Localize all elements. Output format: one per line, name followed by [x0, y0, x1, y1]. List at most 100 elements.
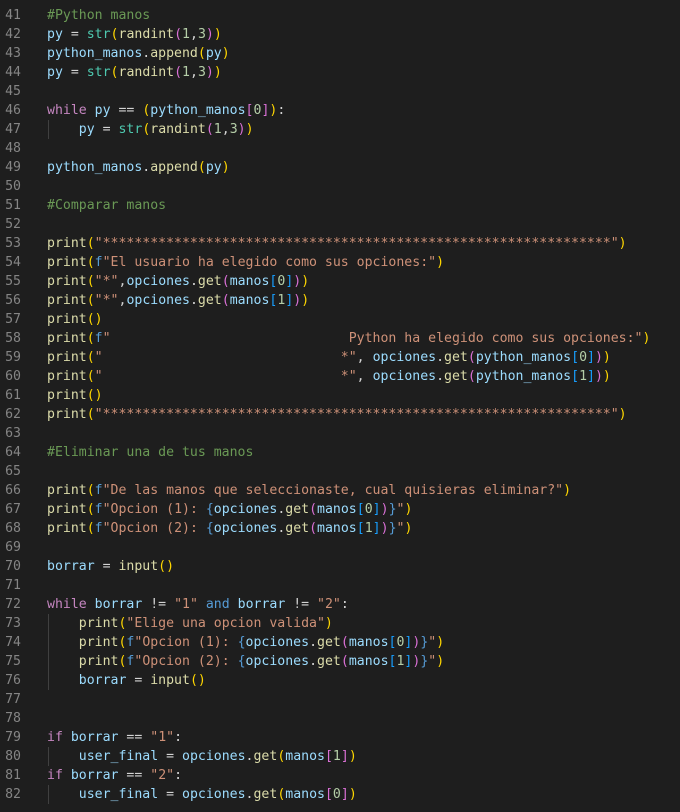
code-line[interactable]: 62 print("*******************************… [0, 405, 680, 424]
code-token: print [78, 654, 119, 669]
code-line[interactable]: 69 [0, 538, 680, 557]
code-line[interactable]: 68 print(f"Opcion (2): {opciones.get(mano… [0, 519, 680, 538]
line-number: 81 [5, 768, 21, 783]
code-token: append [150, 46, 198, 61]
code-token: print [47, 407, 87, 422]
line-number: 69 [5, 540, 21, 555]
code-line[interactable]: 57 print() [0, 310, 680, 329]
code-token: opciones [245, 654, 310, 669]
code-text: print(f"Opcion (2): {opciones.get(manos[… [47, 652, 444, 671]
code-token: ] [587, 350, 595, 365]
code-line[interactable]: 64 #Eliminar una de tus manos [0, 443, 680, 462]
code-token: 0 [579, 350, 588, 365]
code-line[interactable]: 48 [0, 139, 680, 158]
code-line[interactable]: 70 borrar = input() [0, 557, 680, 576]
code-line[interactable]: 66 print(f"De las manos que seleccionaste… [0, 481, 680, 500]
code-line[interactable]: 60 print(" *", opciones.get(python_manos[… [0, 367, 680, 386]
code-token: opciones [182, 787, 246, 802]
code-line[interactable]: 82 user_final = opciones.get(manos[0]) [0, 785, 680, 804]
code-token: [ [571, 350, 580, 365]
code-line[interactable]: 55 print("*",opciones.get(manos[0])) [0, 272, 680, 291]
code-text: while borrar != "1" and borrar != "2": [47, 595, 349, 614]
code-line[interactable]: 49 python_manos.append(py) [0, 158, 680, 177]
code-line[interactable]: 43 python_manos.append(py) [0, 44, 680, 63]
code-token: ( [86, 293, 95, 308]
code-line[interactable]: 45 [0, 82, 680, 101]
code-token: py [78, 122, 95, 137]
code-text: python_manos.append(py) [47, 44, 230, 63]
line-number: 75 [5, 654, 21, 669]
code-line[interactable]: 79 if borrar == "1": [0, 728, 680, 747]
line-number: 67 [5, 502, 21, 517]
code-line[interactable]: 47 py = str(randint(1,3)) [0, 120, 680, 139]
code-line[interactable]: 81 if borrar == "2": [0, 766, 680, 785]
code-token: { [205, 502, 214, 517]
line-number: 76 [5, 673, 21, 688]
code-line[interactable]: 42 py = str(randint(1,3)) [0, 25, 680, 44]
line-number: 50 [5, 179, 21, 194]
code-token: ) [301, 293, 310, 308]
code-line[interactable]: 74 print(f"Opcion (1): {opciones.get(man… [0, 633, 680, 652]
code-token: ( [86, 407, 95, 422]
code-line[interactable]: 44 py = str(randint(1,3)) [0, 63, 680, 82]
code-token: "2" [150, 768, 175, 783]
code-token: get [197, 274, 222, 289]
code-token: , [356, 350, 373, 365]
code-token: opciones [126, 274, 190, 289]
line-number: 77 [5, 692, 21, 707]
code-token: borrar [47, 559, 95, 574]
code-line[interactable]: 63 [0, 424, 680, 443]
code-token: ) [245, 122, 254, 137]
code-line[interactable]: 53 print("*******************************… [0, 234, 680, 253]
code-line[interactable]: 41 #Python manos [0, 6, 680, 25]
code-line[interactable]: 59 print(" *", opciones.get(python_manos[… [0, 348, 680, 367]
code-token: ) [436, 654, 445, 669]
code-token: get [253, 787, 278, 802]
code-line[interactable]: 76 borrar = input() [0, 671, 680, 690]
code-token: ) [348, 787, 357, 802]
code-line[interactable]: 77 [0, 690, 680, 709]
code-token: "Opcion (2): [102, 521, 206, 536]
code-line[interactable]: 72 while borrar != "1" and borrar != "2": [0, 595, 680, 614]
code-line[interactable]: 54 print(f"El usuario ha elegido como sus… [0, 253, 680, 272]
code-token: ) [404, 502, 413, 517]
code-line[interactable]: 80 user_final = opciones.get(manos[1]) [0, 747, 680, 766]
code-token: input [150, 673, 190, 688]
code-token: and [205, 597, 230, 612]
code-text: py = str(randint(1,3)) [47, 25, 222, 44]
code-token: ( [197, 160, 206, 175]
code-token: . [189, 274, 198, 289]
code-token: ) [618, 407, 627, 422]
code-token: borrar [70, 768, 119, 783]
code-line[interactable]: 61 print() [0, 386, 680, 405]
code-token: manos [229, 274, 270, 289]
code-token: "De las manos que seleccionaste, cual qu… [102, 483, 564, 498]
code-text: borrar = input() [47, 557, 174, 576]
code-text: print(f" Python ha elegido como sus opci… [47, 329, 650, 348]
code-token: 3 [197, 27, 206, 42]
code-line[interactable]: 65 [0, 462, 680, 481]
line-number: 57 [5, 312, 21, 327]
code-token: user_final [78, 787, 159, 802]
code-token: get [317, 654, 341, 669]
code-line[interactable]: 50 [0, 177, 680, 196]
code-line[interactable]: 46 while py == (python_manos[0]): [0, 101, 680, 120]
code-token: . [436, 350, 445, 365]
code-token: print [47, 521, 87, 536]
code-line[interactable]: 51 #Comparar manos [0, 196, 680, 215]
code-line[interactable]: 58 print(f" Python ha elegido como sus op… [0, 329, 680, 348]
code-line[interactable]: 56 print("*",opciones.get(manos[1])) [0, 291, 680, 310]
code-editor[interactable]: 41 #Python manos 42 py = str(randint(1,3)) 4… [0, 6, 680, 804]
code-token: ) [380, 502, 389, 517]
code-token: "***************************************… [94, 236, 619, 251]
code-line[interactable]: 73 print("Elige una opcion valida") [0, 614, 680, 633]
line-number: 70 [5, 559, 21, 574]
code-line[interactable]: 52 [0, 215, 680, 234]
code-line[interactable]: 71 [0, 576, 680, 595]
code-line[interactable]: 75 print(f"Opcion (2): {opciones.get(man… [0, 652, 680, 671]
code-line[interactable]: 67 print(f"Opcion (1): {opciones.get(mano… [0, 500, 680, 519]
code-line[interactable]: 78 [0, 709, 680, 728]
code-token: 1 [579, 369, 588, 384]
